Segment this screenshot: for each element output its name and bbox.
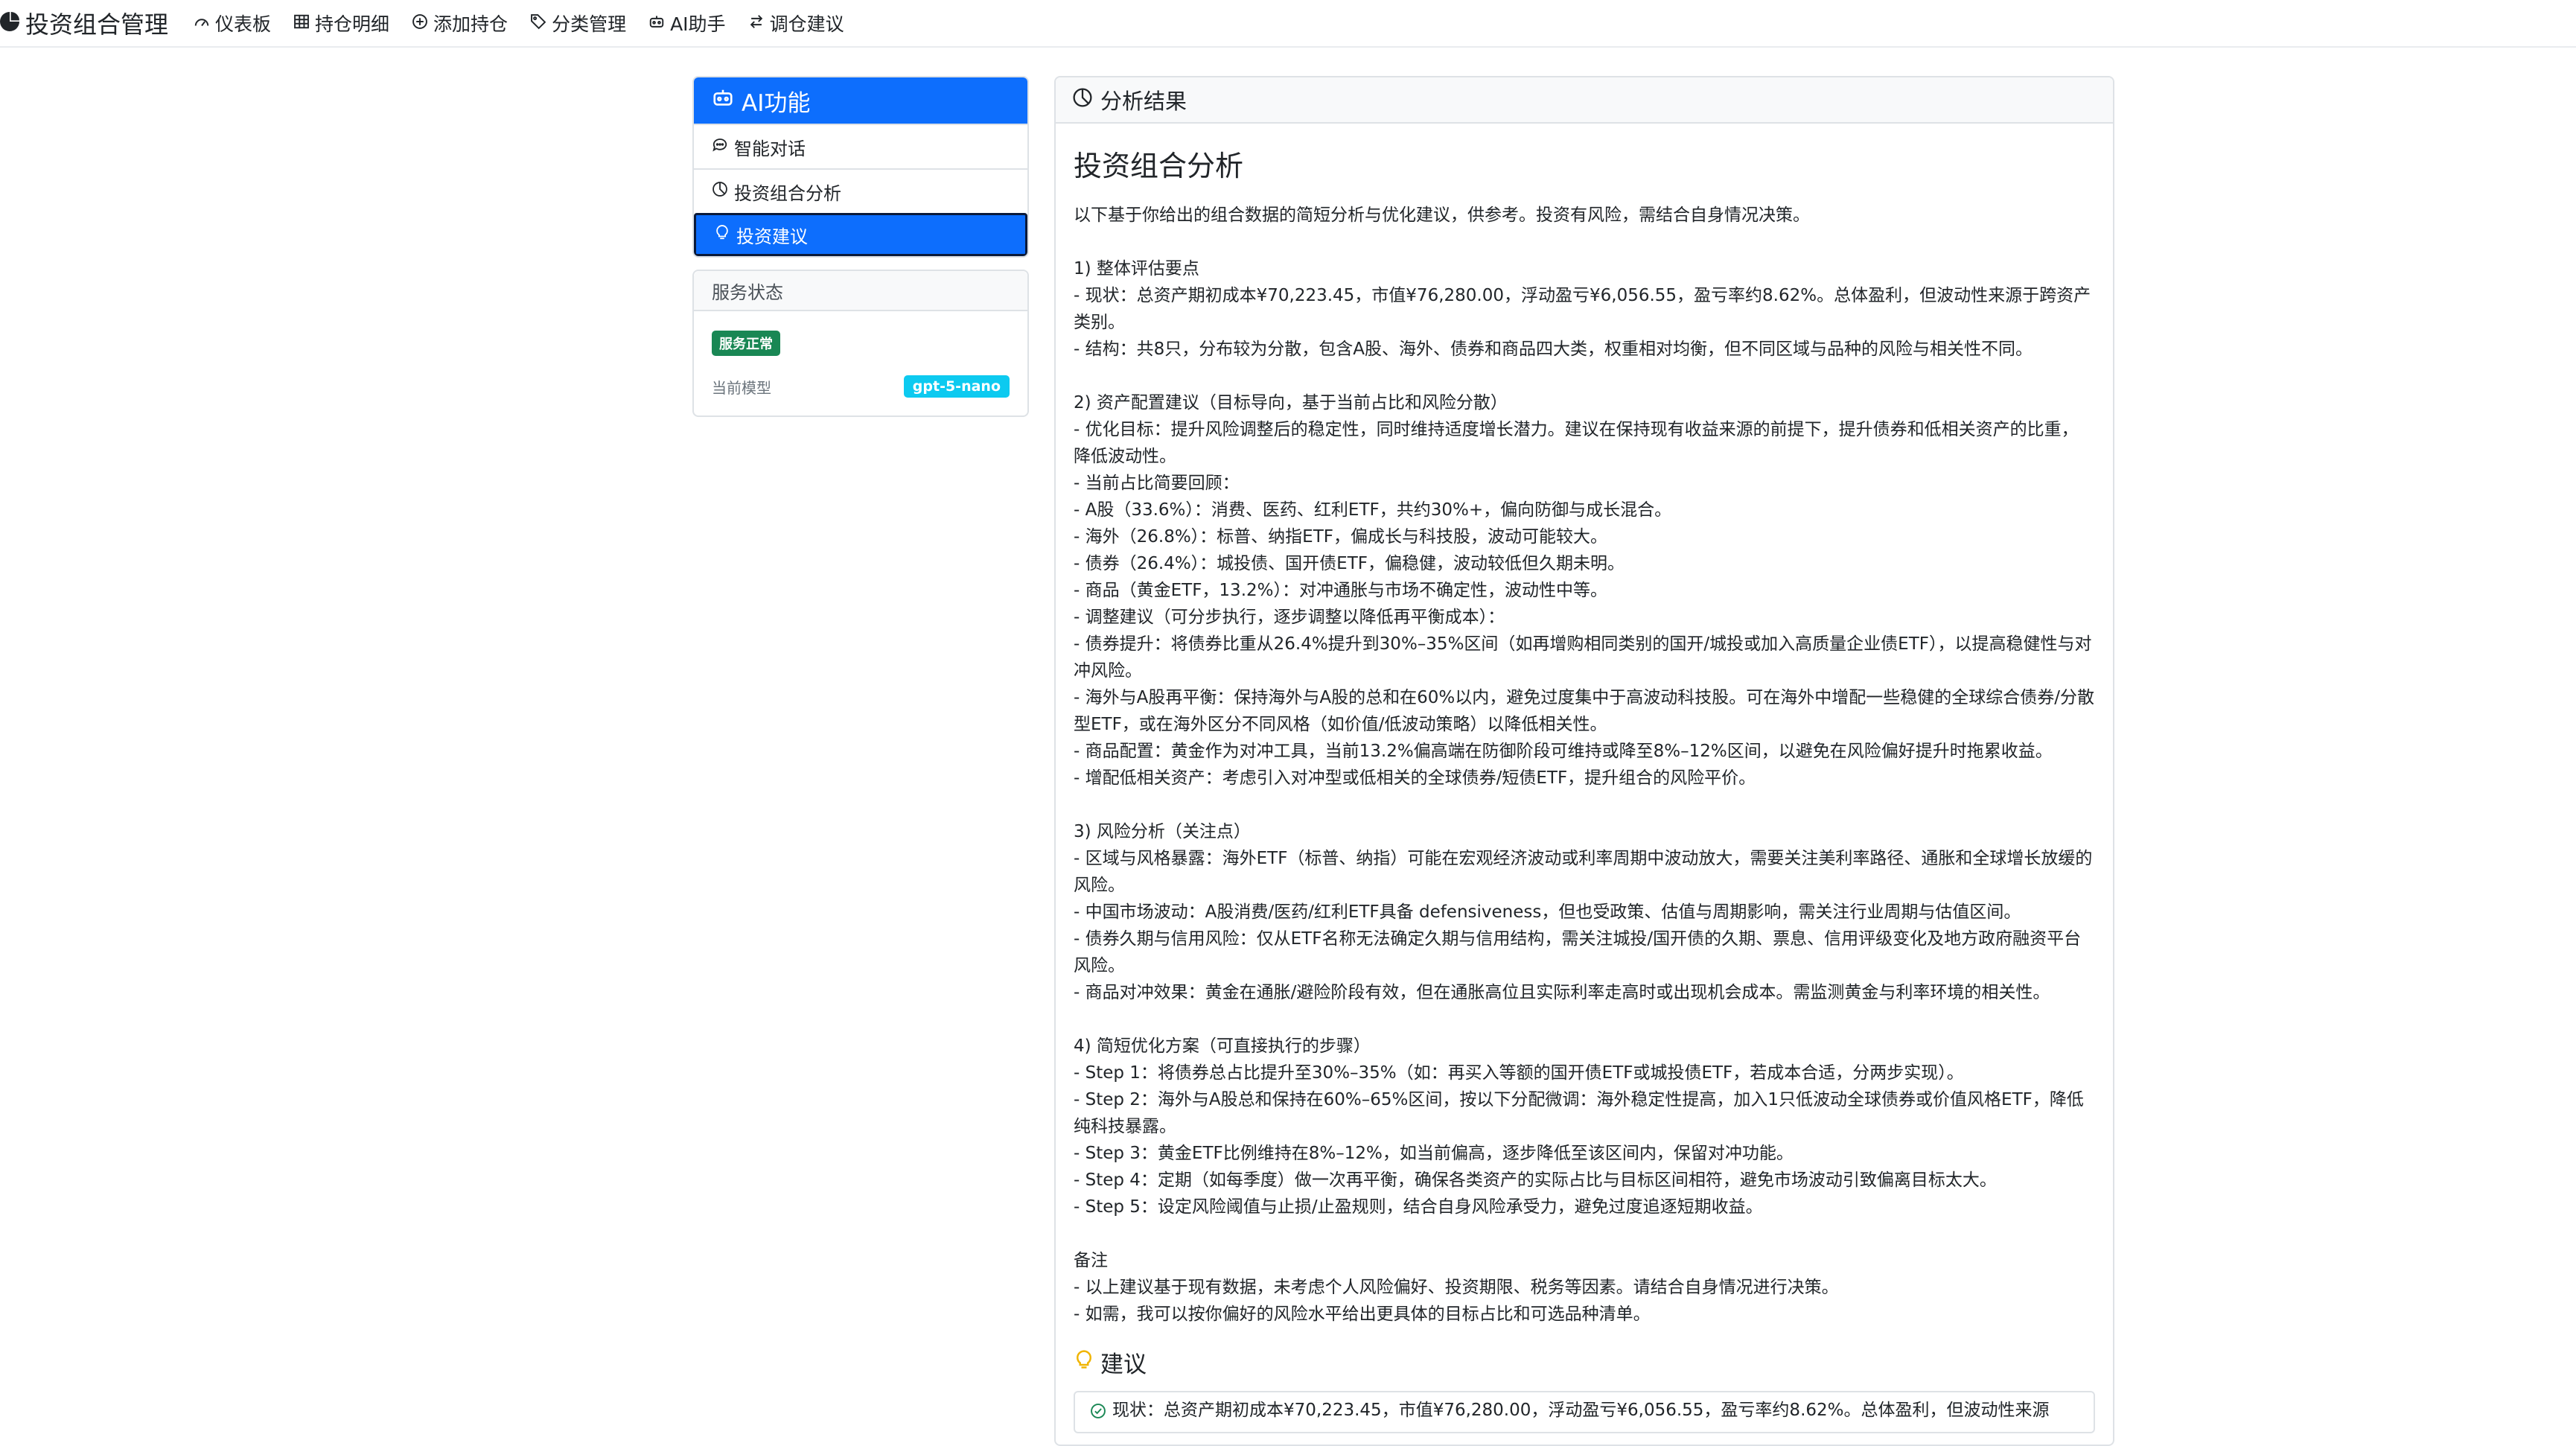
top-navbar: 投资组合管理 仪表板 持仓明细 添加持仓 分类管理 AI助手 调仓建议 <box>0 0 2576 48</box>
menu-item-chat[interactable]: 智能对话 <box>694 124 1027 168</box>
nav-categories-label: 分类管理 <box>552 13 627 35</box>
robot-icon <box>648 13 670 34</box>
nav-dashboard[interactable]: 仪表板 <box>194 10 271 36</box>
lightbulb-icon <box>714 224 736 245</box>
menu-item-investment-advice-label: 投资建议 <box>736 226 808 247</box>
nav-ai-assistant-label: AI助手 <box>670 13 726 35</box>
ai-features-card: AI功能 智能对话 投资组合分析 投资建议 <box>692 76 1029 258</box>
status-badge: 服务正常 <box>712 331 780 356</box>
nav-categories[interactable]: 分类管理 <box>530 10 626 36</box>
model-badge: gpt-5-nano <box>903 375 1010 398</box>
ai-features-header: AI功能 <box>694 77 1027 124</box>
robot-icon <box>712 86 742 115</box>
analysis-report-text: 以下基于你给出的组合数据的简短分析与优化建议，供参考。投资有风险，需结合自身情况… <box>1074 206 2094 1324</box>
nav-rebalance[interactable]: 调仓建议 <box>748 10 844 36</box>
pie-chart-icon <box>0 12 19 34</box>
nav-holdings[interactable]: 持仓明细 <box>293 10 389 36</box>
suggestion-item: 现状：总资产期初成本¥70,223.45，市值¥76,280.00，浮动盈亏¥6… <box>1074 1391 2095 1433</box>
suggestion-heading-label: 建议 <box>1100 1351 1147 1378</box>
brand-name: 投资组合管理 <box>25 10 169 39</box>
model-label: 当前模型 <box>712 378 771 397</box>
arrow-left-right-icon <box>748 13 770 34</box>
nav-ai-assistant[interactable]: AI助手 <box>648 10 726 36</box>
table-icon <box>293 13 315 34</box>
menu-item-investment-advice[interactable]: 投资建议 <box>694 213 1027 256</box>
check-circle-icon <box>1090 1397 1112 1427</box>
ai-features-title: AI功能 <box>742 89 811 117</box>
nav-dashboard-label: 仪表板 <box>215 13 272 35</box>
chat-icon <box>712 136 734 157</box>
page-title: 投资组合分析 <box>1074 150 1244 182</box>
menu-item-portfolio-analysis-label: 投资组合分析 <box>734 182 841 204</box>
suggestion-item-text: 现状：总资产期初成本¥70,223.45，市值¥76,280.00，浮动盈亏¥6… <box>1112 1401 2050 1420</box>
suggestion-heading: 建议 <box>1074 1345 2095 1379</box>
menu-item-chat-label: 智能对话 <box>734 138 806 159</box>
nav-add-holding[interactable]: 添加持仓 <box>412 10 508 36</box>
analysis-result-header: 分析结果 <box>1056 77 2113 124</box>
analysis-result-card: 分析结果 投资组合分析 以下基于你给出的组合数据的简短分析与优化建议，供参考。投… <box>1054 76 2114 1446</box>
analysis-result-title: 分析结果 <box>1100 89 1187 114</box>
speedometer-icon <box>194 13 215 34</box>
service-status-card: 服务状态 服务正常 当前模型 gpt-5-nano <box>692 270 1029 417</box>
nav-rebalance-label: 调仓建议 <box>769 13 844 35</box>
nav-holdings-label: 持仓明细 <box>315 13 390 35</box>
brand[interactable]: 投资组合管理 <box>0 6 168 40</box>
lightbulb-icon <box>1074 1349 1100 1376</box>
nav-add-holding-label: 添加持仓 <box>433 13 508 35</box>
menu-item-portfolio-analysis[interactable]: 投资组合分析 <box>694 168 1027 213</box>
pie-chart-icon <box>712 181 734 202</box>
plus-circle-icon <box>412 13 433 34</box>
service-status-header: 服务状态 <box>694 271 1027 311</box>
left-panel: AI功能 智能对话 投资组合分析 投资建议 服务状态 服务正常 当前模型 gpt… <box>692 76 1029 417</box>
tag-icon <box>530 13 552 34</box>
pie-chart-icon <box>1072 87 1100 113</box>
